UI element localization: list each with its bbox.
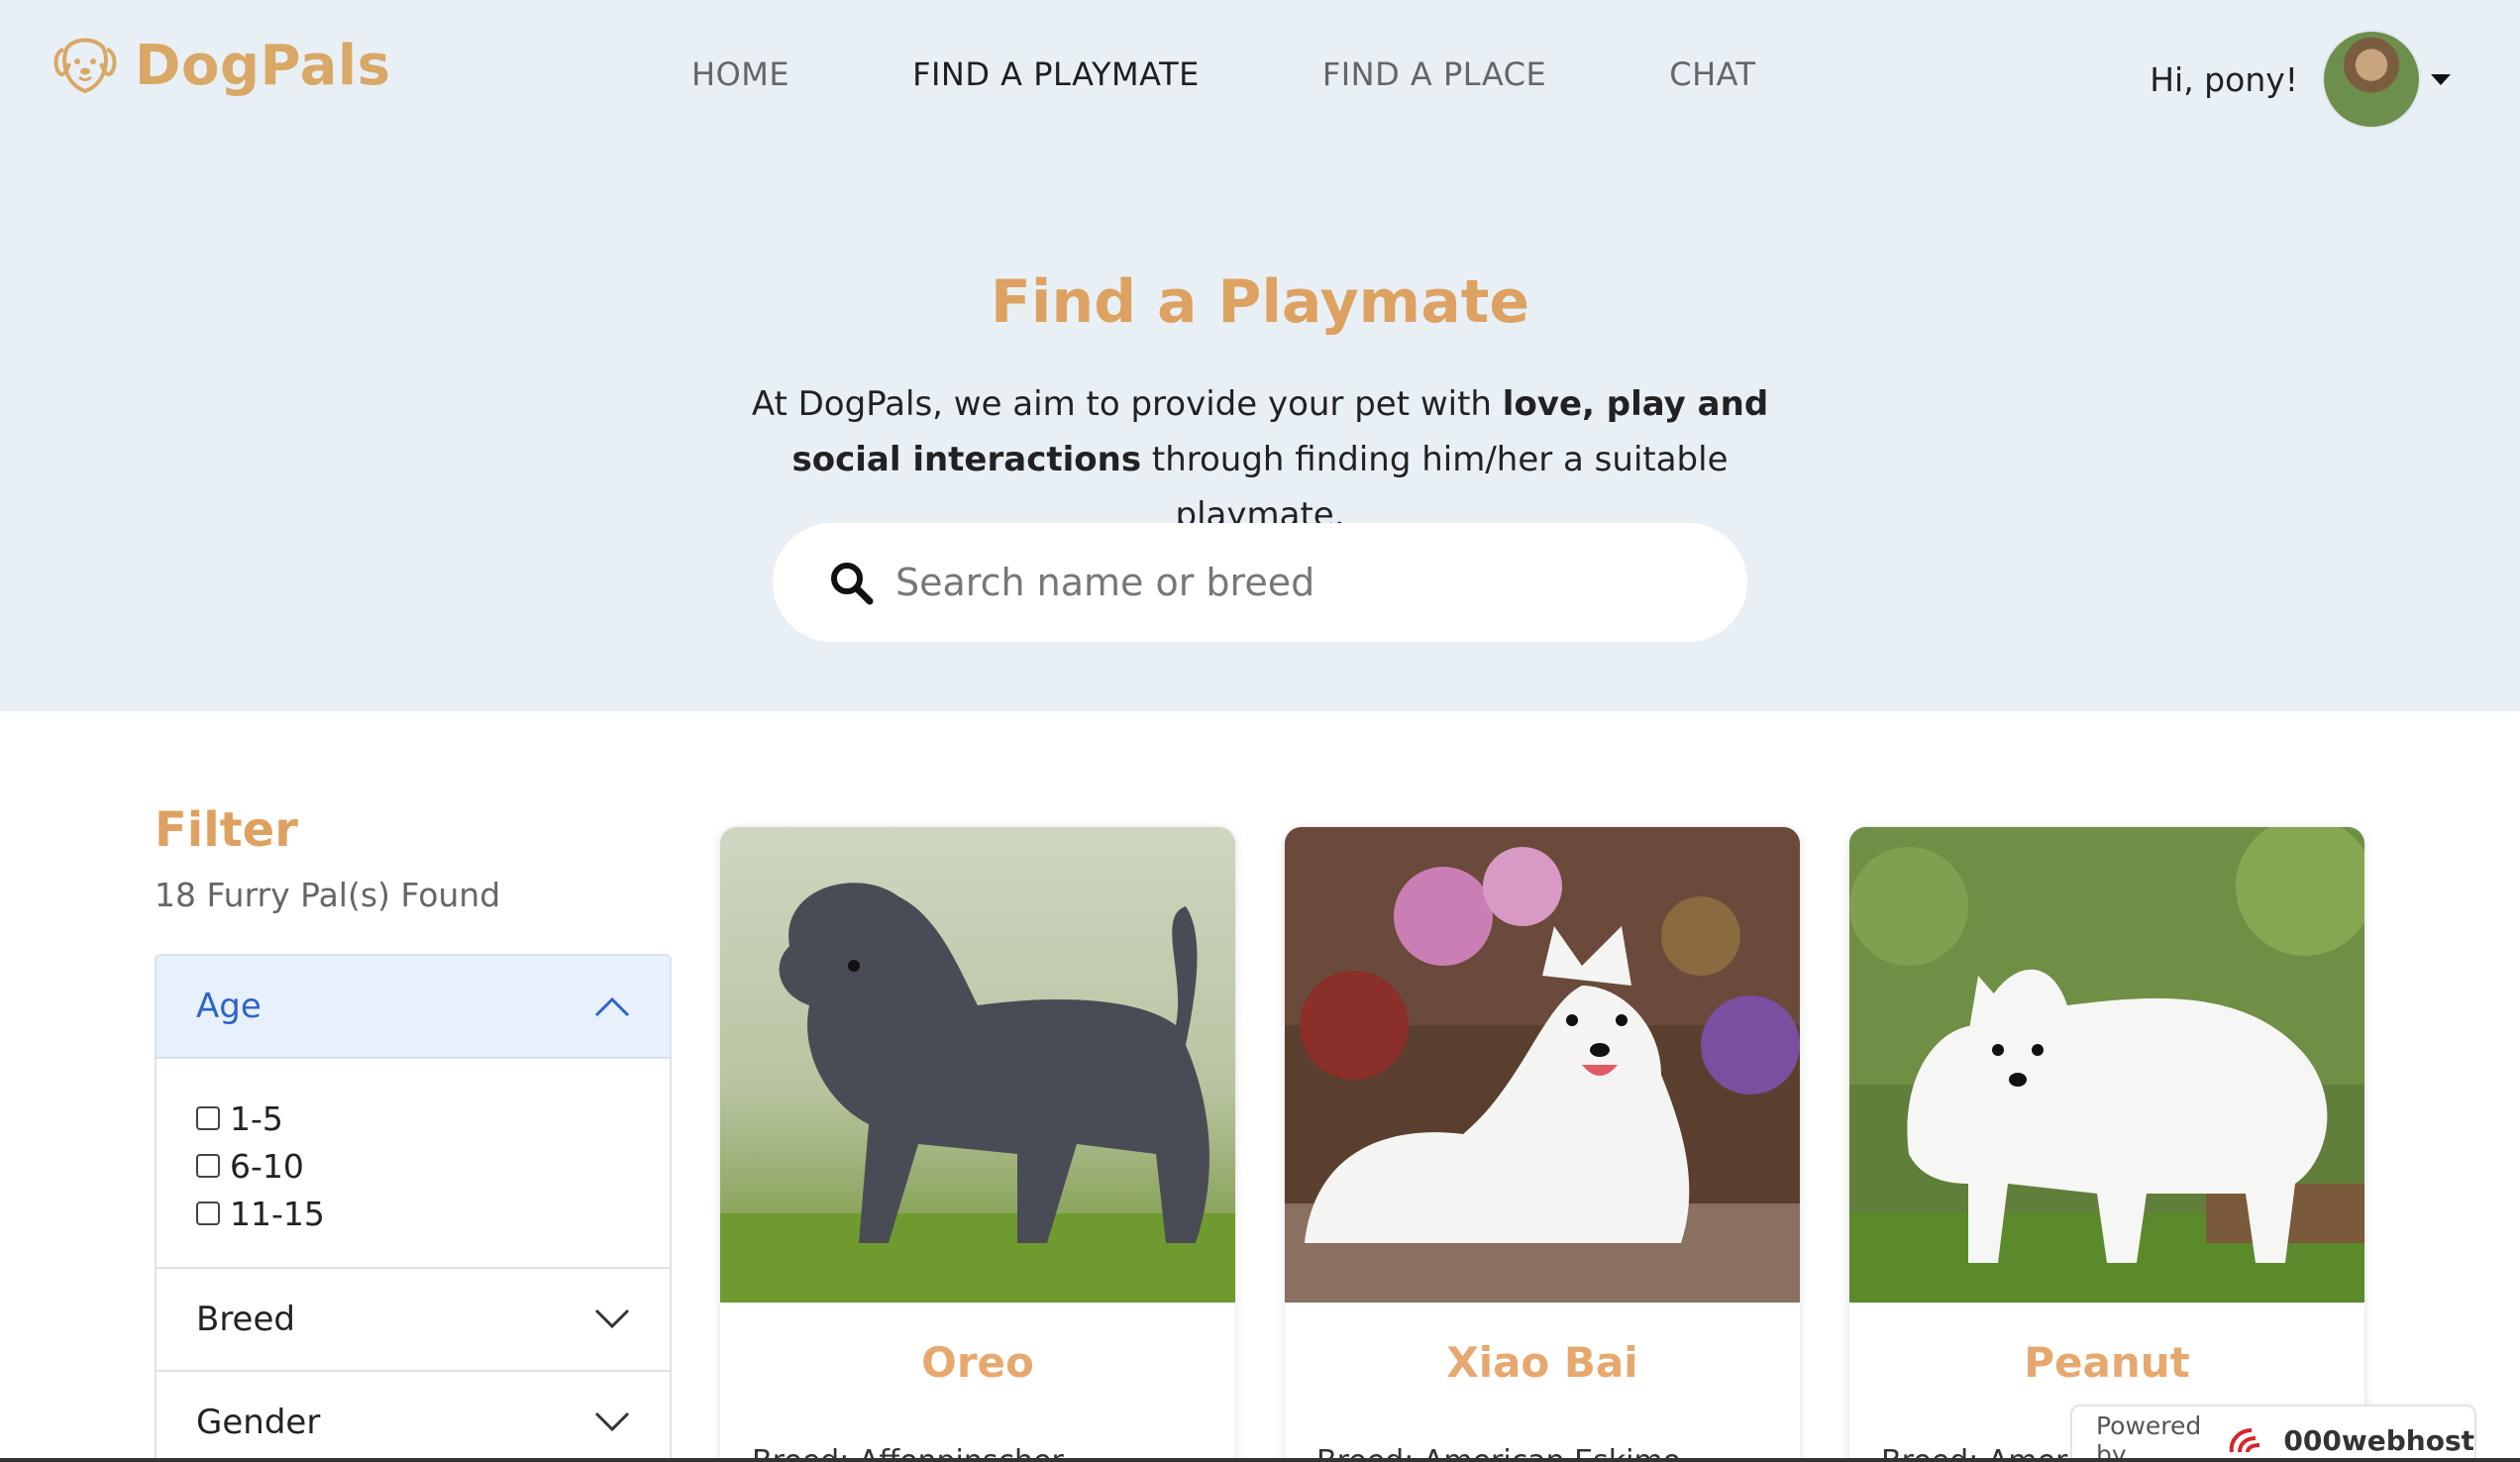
dog-name: Peanut bbox=[2024, 1338, 2190, 1387]
age-option-1-5[interactable]: 1-5 bbox=[196, 1095, 630, 1142]
nav-find-a-playmate[interactable]: FIND A PLAYMATE bbox=[912, 55, 1200, 93]
option-label: 1-5 bbox=[230, 1098, 283, 1138]
hosting-badge[interactable]: Powered by 000webhost bbox=[2070, 1405, 2476, 1462]
dog-card[interactable]: Xiao Bai Breed: American Eskimo bbox=[1284, 826, 1801, 1462]
accordion-label: Breed bbox=[196, 1300, 295, 1339]
chevron-down-icon bbox=[594, 1411, 630, 1433]
dog-name: Xiao Bai bbox=[1446, 1338, 1638, 1387]
accordion-breed-header[interactable]: Breed bbox=[157, 1267, 670, 1370]
chevron-up-icon bbox=[594, 995, 630, 1017]
accordion-label: Age bbox=[196, 987, 262, 1026]
user-greeting: Hi, pony! bbox=[2150, 59, 2298, 99]
age-option-6-10[interactable]: 6-10 bbox=[196, 1142, 630, 1190]
hero-description: At DogPals, we aim to provide your pet w… bbox=[715, 376, 1805, 543]
dog-card[interactable]: Oreo Breed: Affenpinscher bbox=[719, 826, 1236, 1462]
brand-name: DogPals bbox=[135, 33, 391, 98]
age-option-11-15[interactable]: 11-15 bbox=[196, 1190, 630, 1237]
dog-card-grid: Oreo Breed: Affenpinscher Xiao Bai Breed… bbox=[719, 826, 2365, 1462]
page-title: Find a Playmate bbox=[990, 267, 1530, 337]
page-bottom-border bbox=[0, 1458, 2520, 1462]
results-count: 18 Furry Pal(s) Found bbox=[155, 876, 501, 914]
nav-home[interactable]: HOME bbox=[691, 55, 789, 93]
powered-by-label: Powered by bbox=[2096, 1411, 2202, 1462]
hero-desc-text-2: through finding him/her a suitable playm… bbox=[1141, 440, 1729, 535]
dog-photo bbox=[720, 827, 1235, 1303]
checkbox[interactable] bbox=[196, 1106, 220, 1130]
accordion-age-body: 1-5 6-10 11-15 bbox=[157, 1059, 670, 1267]
hero-section: DogPals HOME FIND A PLAYMATE FIND A PLAC… bbox=[0, 0, 2520, 711]
hero-desc-text-1: At DogPals, we aim to provide your pet w… bbox=[751, 384, 1503, 424]
filter-title: Filter bbox=[155, 802, 298, 858]
main-nav: HOME FIND A PLAYMATE FIND A PLACE CHAT bbox=[691, 55, 1756, 93]
search-bar[interactable] bbox=[773, 523, 1747, 642]
user-menu[interactable]: Hi, pony! bbox=[2150, 30, 2451, 129]
webhost-logo-icon bbox=[2226, 1422, 2269, 1458]
chevron-down-icon bbox=[594, 1308, 630, 1330]
filter-panel: Filter 18 Furry Pal(s) Found Age 1-5 6-1… bbox=[155, 802, 672, 1462]
logo[interactable]: DogPals bbox=[50, 30, 390, 101]
webhost-brand: 000webhost bbox=[2283, 1423, 2474, 1457]
dog-card[interactable]: Peanut Breed: American Eskimo bbox=[1848, 826, 2365, 1462]
option-label: 11-15 bbox=[230, 1194, 325, 1233]
avatar[interactable] bbox=[2322, 30, 2421, 129]
dog-photo bbox=[1285, 827, 1800, 1303]
checkbox[interactable] bbox=[196, 1201, 220, 1225]
accordion-age-header[interactable]: Age bbox=[157, 956, 670, 1059]
option-label: 6-10 bbox=[230, 1146, 304, 1186]
dog-photo bbox=[1849, 827, 2364, 1303]
search-input[interactable] bbox=[895, 561, 1708, 604]
nav-find-a-place[interactable]: FIND A PLACE bbox=[1322, 55, 1546, 93]
caret-down-icon[interactable] bbox=[2431, 73, 2451, 85]
dog-name: Oreo bbox=[921, 1338, 1034, 1387]
dog-face-icon bbox=[50, 30, 121, 101]
filter-accordion: Age 1-5 6-10 11-15 Breed Gender bbox=[155, 954, 672, 1462]
search-icon bbox=[828, 560, 874, 605]
nav-chat[interactable]: CHAT bbox=[1669, 55, 1755, 93]
accordion-label: Gender bbox=[196, 1403, 321, 1442]
checkbox[interactable] bbox=[196, 1154, 220, 1178]
accordion-gender-header[interactable]: Gender bbox=[157, 1370, 670, 1462]
